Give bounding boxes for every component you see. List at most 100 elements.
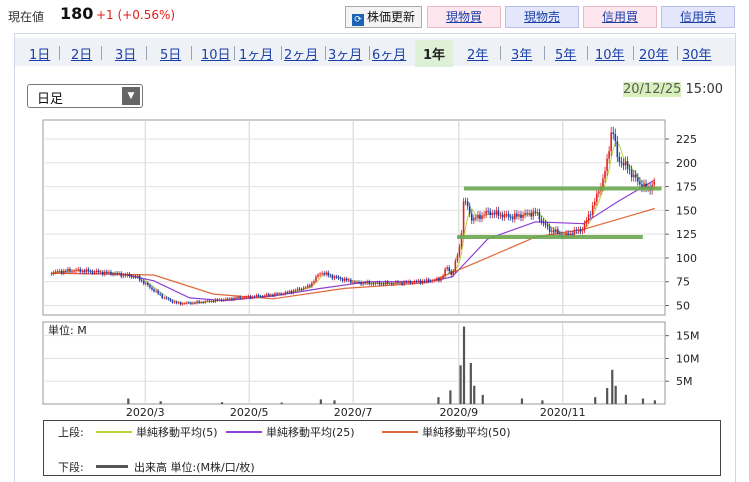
candle-body — [335, 276, 338, 278]
volume-bar — [462, 326, 466, 404]
candle-body — [233, 297, 235, 300]
candle-body — [134, 276, 137, 278]
candle-body — [507, 214, 510, 218]
volume-bar — [641, 398, 645, 404]
tab-10y[interactable]: 10年 — [595, 44, 625, 63]
candle-body — [126, 274, 129, 276]
candle-body — [200, 302, 202, 303]
period-select-value: 日足 — [37, 92, 64, 107]
candle-body — [229, 298, 231, 300]
volume-bar — [481, 394, 484, 404]
candle-body — [165, 297, 168, 299]
tab-2m[interactable]: 2ヶ月 — [284, 44, 318, 63]
legend-ma25-swatch — [226, 431, 262, 433]
legend-lower-label: 下段: — [58, 461, 84, 474]
tab-separator — [191, 46, 192, 60]
candle-body — [401, 282, 403, 285]
candle-body — [559, 233, 561, 235]
candle-body — [485, 210, 487, 215]
candle-body — [421, 280, 424, 284]
candle-body — [325, 272, 328, 275]
sell-margin-button[interactable]: 信用売 — [661, 6, 735, 28]
period-select[interactable]: 日足 ▼ — [27, 84, 143, 108]
volume-plot-area — [42, 321, 666, 405]
candle-body — [495, 210, 498, 215]
y-tick-label: 175 — [676, 181, 697, 194]
tab-1d[interactable]: 1日 — [29, 44, 50, 63]
candle-body — [157, 290, 159, 294]
candle-body — [315, 276, 317, 282]
tab-3d[interactable]: 3日 — [115, 44, 136, 63]
tab-10d[interactable]: 10日 — [201, 44, 231, 63]
tab-2d[interactable]: 2日 — [71, 44, 92, 63]
candle-body — [206, 300, 209, 302]
candle-body — [372, 283, 375, 285]
candle-body — [634, 174, 637, 178]
volume-bar — [624, 394, 628, 404]
candle-body — [540, 219, 543, 222]
candle-body — [79, 269, 82, 272]
candle-body — [159, 293, 161, 295]
candle-body — [434, 280, 436, 282]
candle-body — [253, 296, 256, 298]
candle-body — [427, 279, 430, 281]
candle-body — [552, 230, 555, 233]
candle-body — [483, 214, 485, 216]
candle-body — [356, 281, 358, 283]
candle-body — [425, 279, 428, 282]
buy-cash-button[interactable]: 現物買 — [427, 6, 501, 28]
candle-body — [69, 268, 71, 272]
sell-cash-button[interactable]: 現物売 — [505, 6, 579, 28]
candle-body — [241, 298, 243, 299]
refresh-price-button[interactable]: ⟳ 株価更新 — [345, 6, 422, 28]
volume-y-tick-label: 10M — [676, 352, 700, 365]
tab-1m[interactable]: 1ヶ月 — [239, 44, 273, 63]
tab-5y[interactable]: 5年 — [555, 44, 576, 63]
candle-body — [575, 229, 578, 231]
y-tick-label: 100 — [676, 252, 697, 265]
tab-1y[interactable]: 1年 — [415, 40, 454, 67]
candle-body — [503, 214, 506, 218]
candle-body — [509, 217, 512, 218]
tab-30y[interactable]: 30年 — [682, 44, 712, 63]
buy-margin-button[interactable]: 信用買 — [583, 6, 657, 28]
candle-body — [278, 293, 280, 295]
candle-body — [91, 271, 94, 273]
stock-chart: 2020/3 2020/5 2020/7 2020/9 2020/11 50 75 100 12… — [42, 119, 700, 417]
candle-body — [409, 281, 412, 284]
tab-3y[interactable]: 3年 — [511, 44, 532, 63]
volume-y-tick-label: 15M — [676, 330, 700, 343]
tab-20y[interactable]: 20年 — [639, 44, 669, 63]
candle-body — [438, 278, 440, 281]
y-tick-label: 75 — [676, 276, 690, 289]
x-tick-label: 2020/11 — [540, 406, 586, 417]
candle-body — [245, 296, 248, 298]
candle-body — [391, 283, 393, 285]
legend-ma5-label: 単純移動平均(5) — [136, 426, 218, 439]
current-price-label: 現在値 — [8, 10, 45, 24]
candle-body — [630, 169, 633, 178]
tab-2y[interactable]: 2年 — [467, 44, 488, 63]
candle-body — [101, 271, 104, 275]
candle-body — [270, 294, 272, 296]
candle-body — [624, 161, 627, 166]
candle-body — [216, 299, 219, 301]
candle-body — [339, 278, 342, 280]
candle-body — [464, 201, 467, 203]
candle-body — [516, 213, 518, 217]
tab-3m[interactable]: 3ヶ月 — [328, 44, 362, 63]
candle-body — [93, 272, 96, 273]
candle-body — [382, 283, 385, 285]
candle-body — [302, 287, 305, 290]
volume-bar — [459, 365, 462, 404]
candle-body — [477, 214, 479, 219]
candle-body — [376, 282, 379, 284]
candle-body — [454, 260, 457, 272]
volume-bar — [127, 398, 130, 404]
tab-6m[interactable]: 6ヶ月 — [372, 44, 406, 63]
candle-body — [442, 275, 444, 279]
candle-body — [186, 302, 188, 304]
candle-body — [368, 281, 371, 284]
tab-5d[interactable]: 5日 — [160, 44, 181, 63]
legend-upper-label: 上段: — [58, 426, 84, 439]
